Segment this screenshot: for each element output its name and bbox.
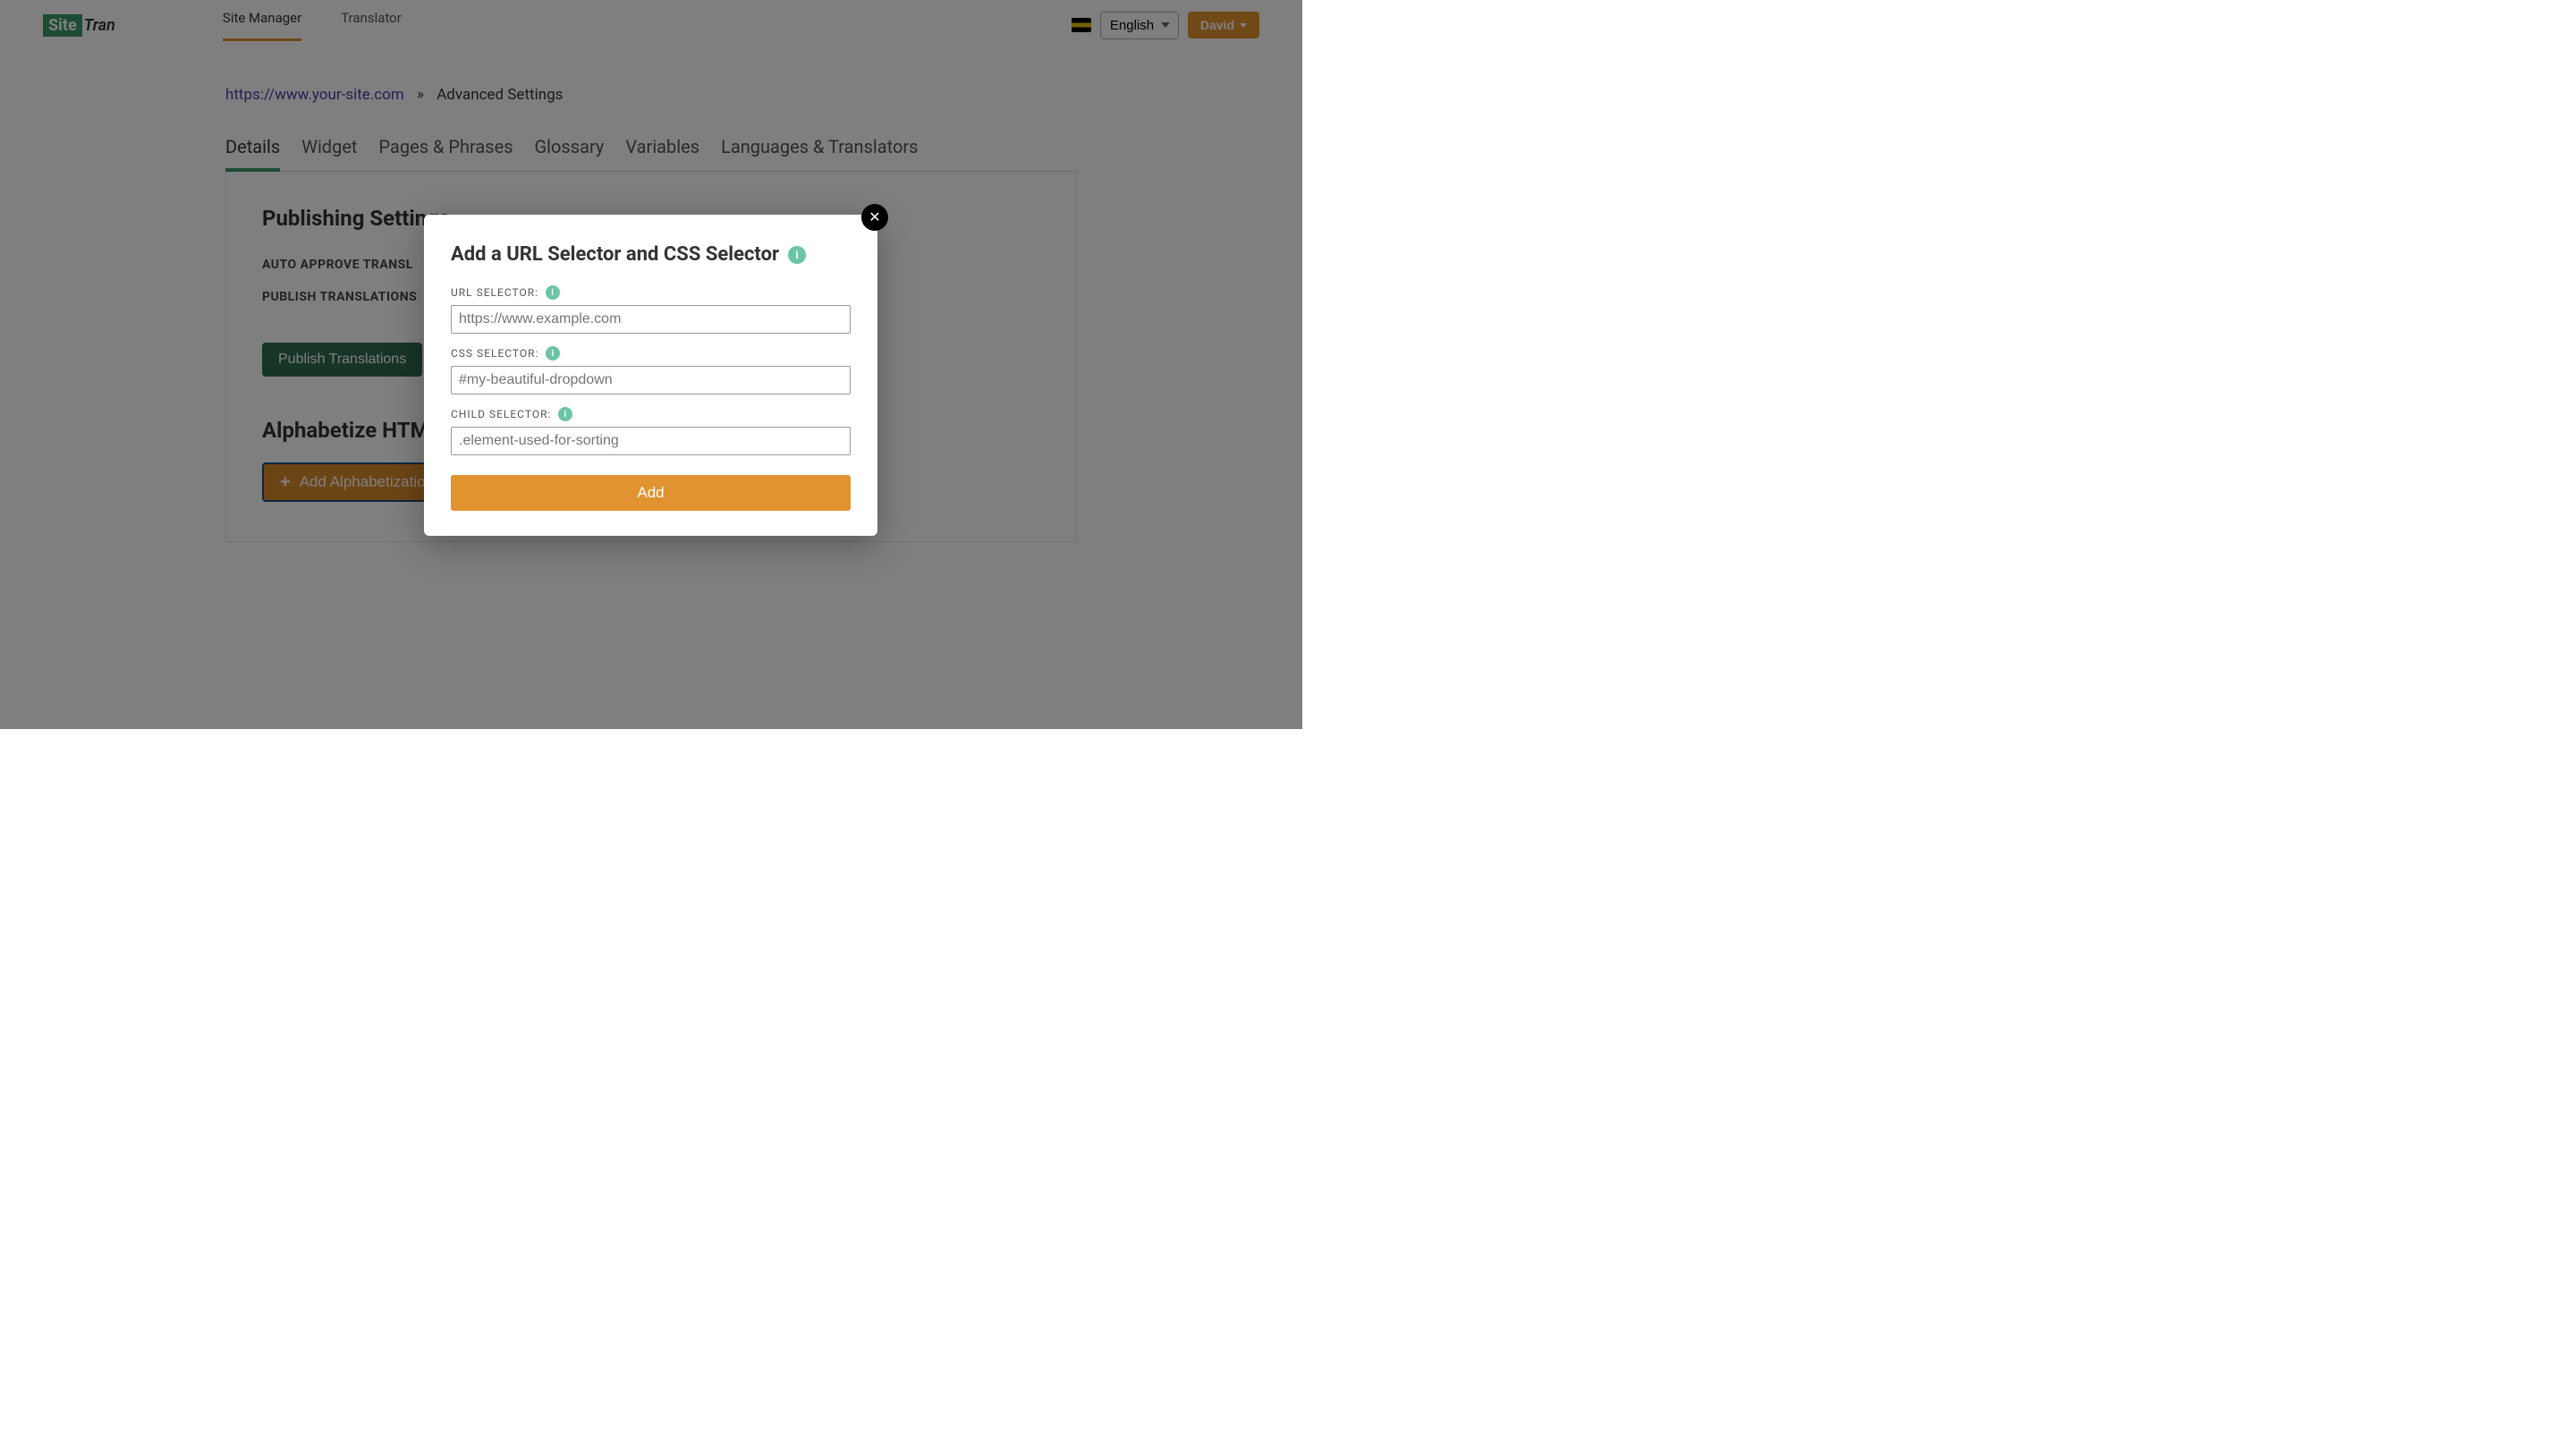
child-selector-input[interactable] [451,427,851,455]
url-selector-label: URL SELECTOR: i [451,285,851,300]
url-selector-input[interactable] [451,305,851,334]
modal-close-button[interactable]: ✕ [861,204,888,231]
add-selector-modal: ✕ Add a URL Selector and CSS Selector i … [424,215,877,536]
info-icon[interactable]: i [546,346,560,360]
modal-title-text: Add a URL Selector and CSS Selector [451,243,779,266]
child-selector-label: CHILD SELECTOR: i [451,407,851,421]
info-icon[interactable]: i [558,407,572,421]
info-icon[interactable]: i [546,285,560,300]
modal-title: Add a URL Selector and CSS Selector i [451,243,851,266]
info-icon[interactable]: i [788,246,806,264]
css-selector-input[interactable] [451,366,851,394]
modal-add-button[interactable]: Add [451,475,851,511]
css-selector-label: CSS SELECTOR: i [451,346,851,360]
